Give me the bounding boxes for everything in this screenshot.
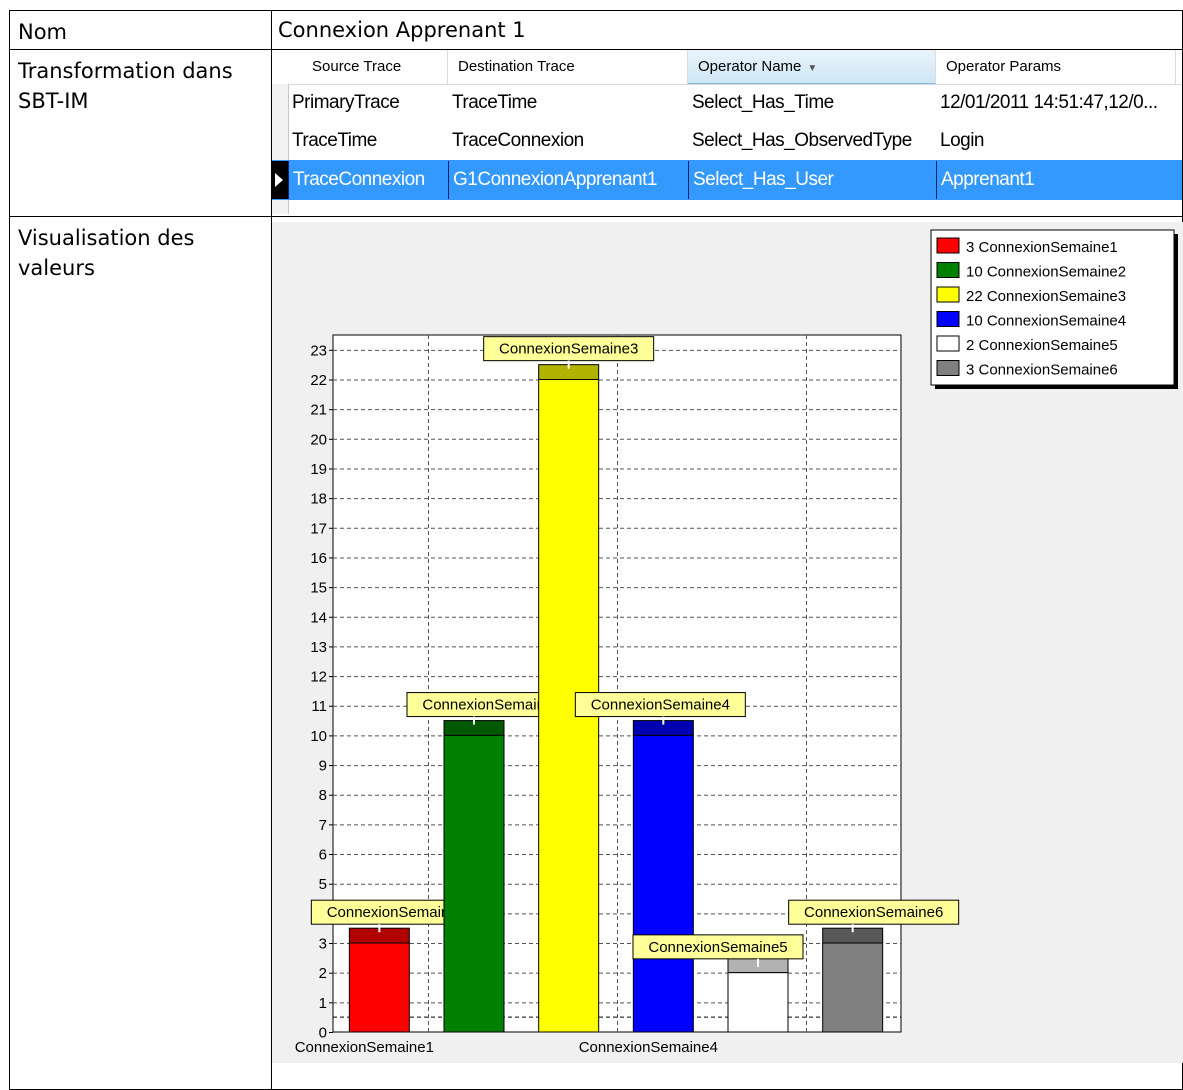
cell-destination-trace: G1ConnexionApprenant1 <box>448 161 688 199</box>
nom-value-cell: Connexion Apprenant 1 <box>271 10 1183 50</box>
legend-label: 3 ConnexionSemaine1 <box>966 239 1118 256</box>
table-row-selected[interactable]: TraceConnexion G1ConnexionApprenant1 Sel… <box>272 160 1182 200</box>
bar <box>443 734 505 1033</box>
cell-operator-name: Select_Has_ObservedType <box>692 130 912 151</box>
cell-operator-name: Select_Has_Time <box>692 92 834 113</box>
cell-destination-trace: TraceConnexion <box>452 130 584 151</box>
y-tick-label: 17 <box>310 520 327 537</box>
column-header-source-trace[interactable]: Source Trace <box>302 50 448 84</box>
table-row[interactable]: TraceTime TraceConnexion Select_Has_Obse… <box>272 122 1182 160</box>
y-tick-label: 9 <box>319 758 327 775</box>
cell-source-trace: PrimaryTrace <box>292 92 400 113</box>
bar <box>348 942 410 1033</box>
cell-operator-params: Apprenant1 <box>936 161 1172 199</box>
column-header-operator-name[interactable]: Operator Name ▼ <box>688 50 936 84</box>
x-tick-label: ConnexionSemaine1 <box>295 1039 434 1056</box>
column-header-destination-trace[interactable]: Destination Trace <box>448 50 688 84</box>
bar <box>822 942 884 1033</box>
bar-chart: 01234567891011121314151617181920212223Co… <box>295 229 1178 1056</box>
y-tick-label: 2 <box>319 965 327 982</box>
operator-grid[interactable]: Source Trace Destination Trace Operator … <box>272 50 1182 214</box>
y-tick-label: 21 <box>310 402 327 419</box>
nom-label: Nom <box>9 10 272 50</box>
legend-swatch <box>936 360 960 376</box>
legend-label: 22 ConnexionSemaine3 <box>966 288 1126 305</box>
y-tick-label: 22 <box>310 372 327 389</box>
current-row-arrow-icon[interactable] <box>272 161 288 199</box>
bar <box>727 972 789 1033</box>
transformation-grid-cell: Source Trace Destination Trace Operator … <box>271 49 1183 217</box>
row-header[interactable] <box>272 84 288 122</box>
sort-descending-icon: ▼ <box>807 63 818 74</box>
y-tick-label: 6 <box>319 847 327 864</box>
legend-label: 3 ConnexionSemaine6 <box>966 362 1118 379</box>
legend-swatch <box>936 262 960 278</box>
y-tick-label: 10 <box>310 728 327 745</box>
grid-header-spacer <box>272 50 302 84</box>
data-label: ConnexionSemaine3 <box>499 341 638 358</box>
visualisation-label: Visualisation des valeurs <box>9 216 272 1090</box>
row-header[interactable] <box>272 122 288 160</box>
y-tick-label: 15 <box>310 580 327 597</box>
legend-swatch <box>936 311 960 327</box>
cell-destination-trace: TraceTime <box>452 92 537 113</box>
legend-label: 10 ConnexionSemaine2 <box>966 264 1126 281</box>
y-tick-label: 23 <box>310 342 327 359</box>
legend-label: 10 ConnexionSemaine4 <box>966 313 1126 330</box>
cell-operator-params: 12/01/2011 14:51:47,12/0... <box>940 92 1158 113</box>
legend-swatch <box>936 286 960 303</box>
cell-source-trace: TraceTime <box>292 130 377 151</box>
y-tick-label: 8 <box>319 787 327 804</box>
nom-value: Connexion Apprenant 1 <box>278 18 526 42</box>
cell-operator-name: Select_Has_User <box>688 161 936 199</box>
legend-swatch <box>936 237 960 254</box>
y-tick-label: 11 <box>311 698 327 715</box>
y-tick-label: 20 <box>310 431 327 448</box>
cell-source-trace: TraceConnexion <box>288 161 448 199</box>
column-header-operator-name-label: Operator Name <box>698 58 802 75</box>
data-label: ConnexionSemaine6 <box>804 904 943 921</box>
y-tick-label: 18 <box>310 491 327 508</box>
y-tick-label: 12 <box>310 669 327 686</box>
table-row[interactable]: PrimaryTrace TraceTime Select_Has_Time 1… <box>272 84 1182 122</box>
y-tick-label: 13 <box>310 639 327 656</box>
y-tick-label: 16 <box>310 550 327 567</box>
cell-operator-params: Login <box>940 130 985 151</box>
data-label: ConnexionSemaine5 <box>648 939 787 956</box>
bar <box>632 734 694 1033</box>
legend-swatch <box>936 335 960 352</box>
grid-header: Source Trace Destination Trace Operator … <box>272 50 1182 85</box>
chart-panel: 01234567891011121314151617181920212223Co… <box>272 222 1183 1063</box>
legend-label: 2 ConnexionSemaine5 <box>966 337 1118 354</box>
y-tick-label: 14 <box>310 609 327 626</box>
y-tick-label: 19 <box>310 461 327 478</box>
y-tick-label: 3 <box>319 936 327 953</box>
column-header-operator-params[interactable]: Operator Params <box>936 50 1176 84</box>
y-tick-label: 5 <box>319 876 327 893</box>
y-tick-label: 1 <box>319 995 327 1012</box>
y-tick-label: 7 <box>319 817 327 834</box>
data-label: ConnexionSemaine4 <box>591 697 730 714</box>
transformation-label: Transformation dans SBT-IM <box>9 49 272 217</box>
x-tick-label: ConnexionSemaine4 <box>579 1039 718 1056</box>
